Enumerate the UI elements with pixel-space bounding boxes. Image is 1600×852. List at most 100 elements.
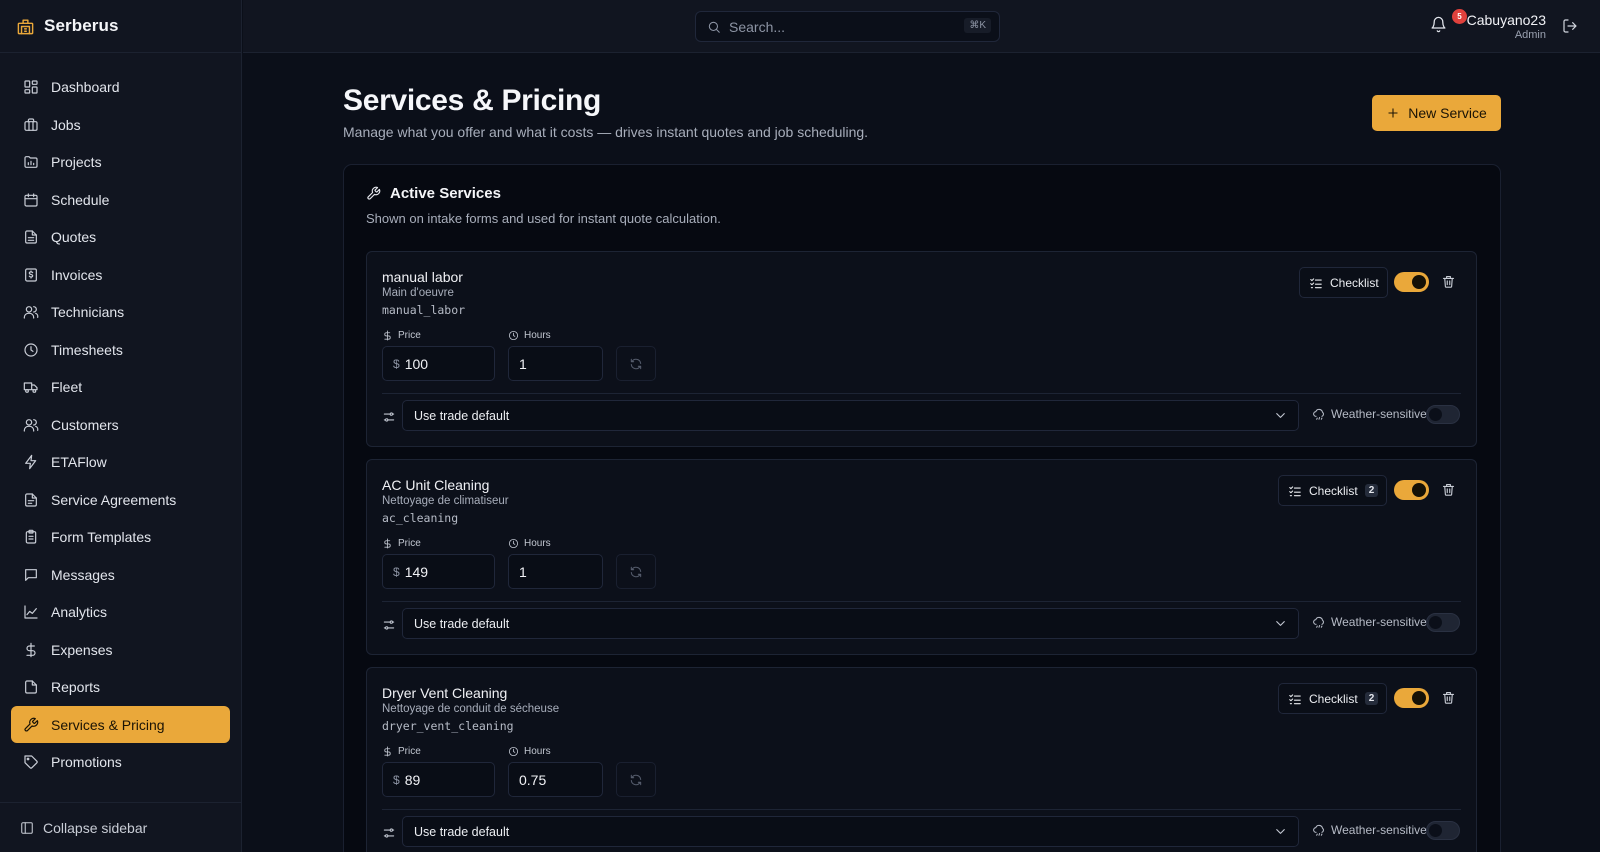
page-title: Services & Pricing (343, 84, 602, 117)
sidebar-item-technicians[interactable]: Technicians (11, 294, 230, 331)
sidebar-item-label: Reports (51, 679, 101, 695)
hours-input[interactable]: 0.75 (508, 762, 603, 797)
sidebar-item-reports[interactable]: Reports (11, 669, 230, 706)
chevron-down-icon (1273, 824, 1288, 839)
sidebar-item-etaflow[interactable]: ETAFlow (11, 444, 230, 481)
sidebar-item-label: Jobs (51, 116, 81, 133)
divider (382, 809, 1461, 810)
trade-setting-value: Use trade default (414, 824, 510, 839)
truck-icon (23, 379, 39, 395)
hours-value: 1 (519, 563, 527, 580)
hours-input[interactable]: 1 (508, 554, 603, 589)
new-service-button[interactable]: New Service (1372, 95, 1501, 131)
brand[interactable]: Serberus (0, 0, 241, 53)
sidebar-item-form-templates[interactable]: Form Templates (11, 519, 230, 556)
dollar-icon (382, 330, 393, 341)
sidebar-item-promotions[interactable]: Promotions (11, 744, 230, 781)
sidebar-item-label: Form Templates (51, 529, 152, 545)
trade-setting-select[interactable]: Use trade default (402, 400, 1299, 431)
sidebar-item-dashboard[interactable]: Dashboard (11, 69, 230, 106)
sidebar-item-service-agreements[interactable]: Service Agreements (11, 481, 230, 518)
sidebar-item-label: Dashboard (51, 79, 120, 95)
hours-input[interactable]: 1 (508, 346, 603, 381)
sidebar-item-label: Promotions (51, 754, 122, 770)
cloud-rain-icon (1312, 407, 1326, 421)
users-icon (23, 304, 39, 320)
recalculate-button[interactable] (616, 346, 656, 381)
price-input[interactable]: $ 149 (382, 554, 495, 589)
sidebar-item-quotes[interactable]: Quotes (11, 219, 230, 256)
top-bar: Search... ⌘K 5 Cabuyano23 Admin (243, 0, 1600, 53)
weather-sensitive-toggle[interactable] (1426, 821, 1460, 840)
price-label: Price (382, 538, 421, 549)
bell-icon[interactable] (1430, 16, 1447, 33)
chevron-down-icon (1273, 408, 1288, 423)
recalculate-button[interactable] (616, 554, 656, 589)
trash-icon[interactable] (1441, 274, 1456, 289)
service-enabled-toggle[interactable] (1394, 480, 1429, 500)
weather-sensitive-toggle[interactable] (1426, 405, 1460, 424)
sidebar-item-messages[interactable]: Messages (11, 556, 230, 593)
currency-symbol: $ (393, 772, 400, 787)
search-input[interactable]: Search... ⌘K (695, 11, 1000, 42)
sidebar-item-jobs[interactable]: Jobs (11, 106, 230, 143)
checklist-button[interactable]: Checklist 2 (1278, 683, 1388, 714)
tag-icon (23, 754, 39, 770)
sliders-icon (382, 618, 396, 632)
sidebar-item-invoices[interactable]: Invoices (11, 256, 230, 293)
checklist-label: Checklist (1309, 691, 1358, 706)
folder-chart-icon (23, 154, 39, 170)
weather-sensitive-toggle[interactable] (1426, 613, 1460, 632)
service-enabled-toggle[interactable] (1394, 688, 1429, 708)
checklist-label: Checklist (1309, 483, 1358, 498)
logout-icon[interactable] (1562, 18, 1578, 34)
collapse-sidebar-button[interactable]: Collapse sidebar (0, 802, 242, 852)
checklist-icon (1288, 692, 1302, 706)
price-input[interactable]: $ 100 (382, 346, 495, 381)
sidebar-item-label: Analytics (51, 604, 108, 620)
checklist-icon (1309, 276, 1323, 290)
checklist-button[interactable]: Checklist (1299, 267, 1388, 298)
service-key: dryer_vent_cleaning (382, 719, 514, 733)
dashboard-icon (23, 79, 39, 95)
line-chart-icon (23, 604, 39, 620)
recalculate-button[interactable] (616, 762, 656, 797)
sidebar-item-fleet[interactable]: Fleet (11, 369, 230, 406)
price-input[interactable]: $ 89 (382, 762, 495, 797)
trade-setting-select[interactable]: Use trade default (402, 816, 1299, 847)
sidebar: Serberus Dashboard Jobs Projects Schedul… (0, 0, 242, 852)
trade-setting-select[interactable]: Use trade default (402, 608, 1299, 639)
sidebar-item-services-pricing[interactable]: Services & Pricing (11, 706, 230, 743)
checklist-button[interactable]: Checklist 2 (1278, 475, 1388, 506)
currency-symbol: $ (393, 356, 400, 371)
sidebar-item-projects[interactable]: Projects (11, 144, 230, 181)
sidebar-item-label: Projects (51, 154, 102, 170)
collapse-sidebar-label: Collapse sidebar (43, 819, 148, 836)
service-enabled-toggle[interactable] (1394, 272, 1429, 292)
trash-icon[interactable] (1441, 482, 1456, 497)
sidebar-item-schedule[interactable]: Schedule (11, 181, 230, 218)
price-value: 89 (404, 771, 421, 788)
sidebar-item-label: Fleet (51, 379, 83, 395)
panel-header: Active Services (366, 185, 501, 202)
sidebar-item-expenses[interactable]: Expenses (11, 631, 230, 668)
clock-icon (508, 330, 519, 341)
user-menu[interactable]: Cabuyano23 Admin (1467, 12, 1546, 42)
trash-icon[interactable] (1441, 690, 1456, 705)
checklist-icon (1288, 484, 1302, 498)
sidebar-item-customers[interactable]: Customers (11, 406, 230, 443)
cloud-rain-icon (1312, 823, 1326, 837)
dollar-icon (23, 642, 39, 658)
hours-value: 0.75 (519, 771, 547, 788)
search-placeholder: Search... (729, 18, 786, 35)
sidebar-item-label: Schedule (51, 191, 110, 208)
weather-sensitive-label: Weather-sensitive (1312, 407, 1427, 421)
sidebar-item-analytics[interactable]: Analytics (11, 594, 230, 631)
sidebar-item-label: Timesheets (51, 341, 123, 358)
divider (382, 601, 1461, 602)
currency-symbol: $ (393, 564, 400, 579)
service-key: ac_cleaning (382, 511, 459, 525)
building-icon (16, 17, 35, 36)
users-icon (23, 417, 39, 433)
sidebar-item-timesheets[interactable]: Timesheets (11, 331, 230, 368)
